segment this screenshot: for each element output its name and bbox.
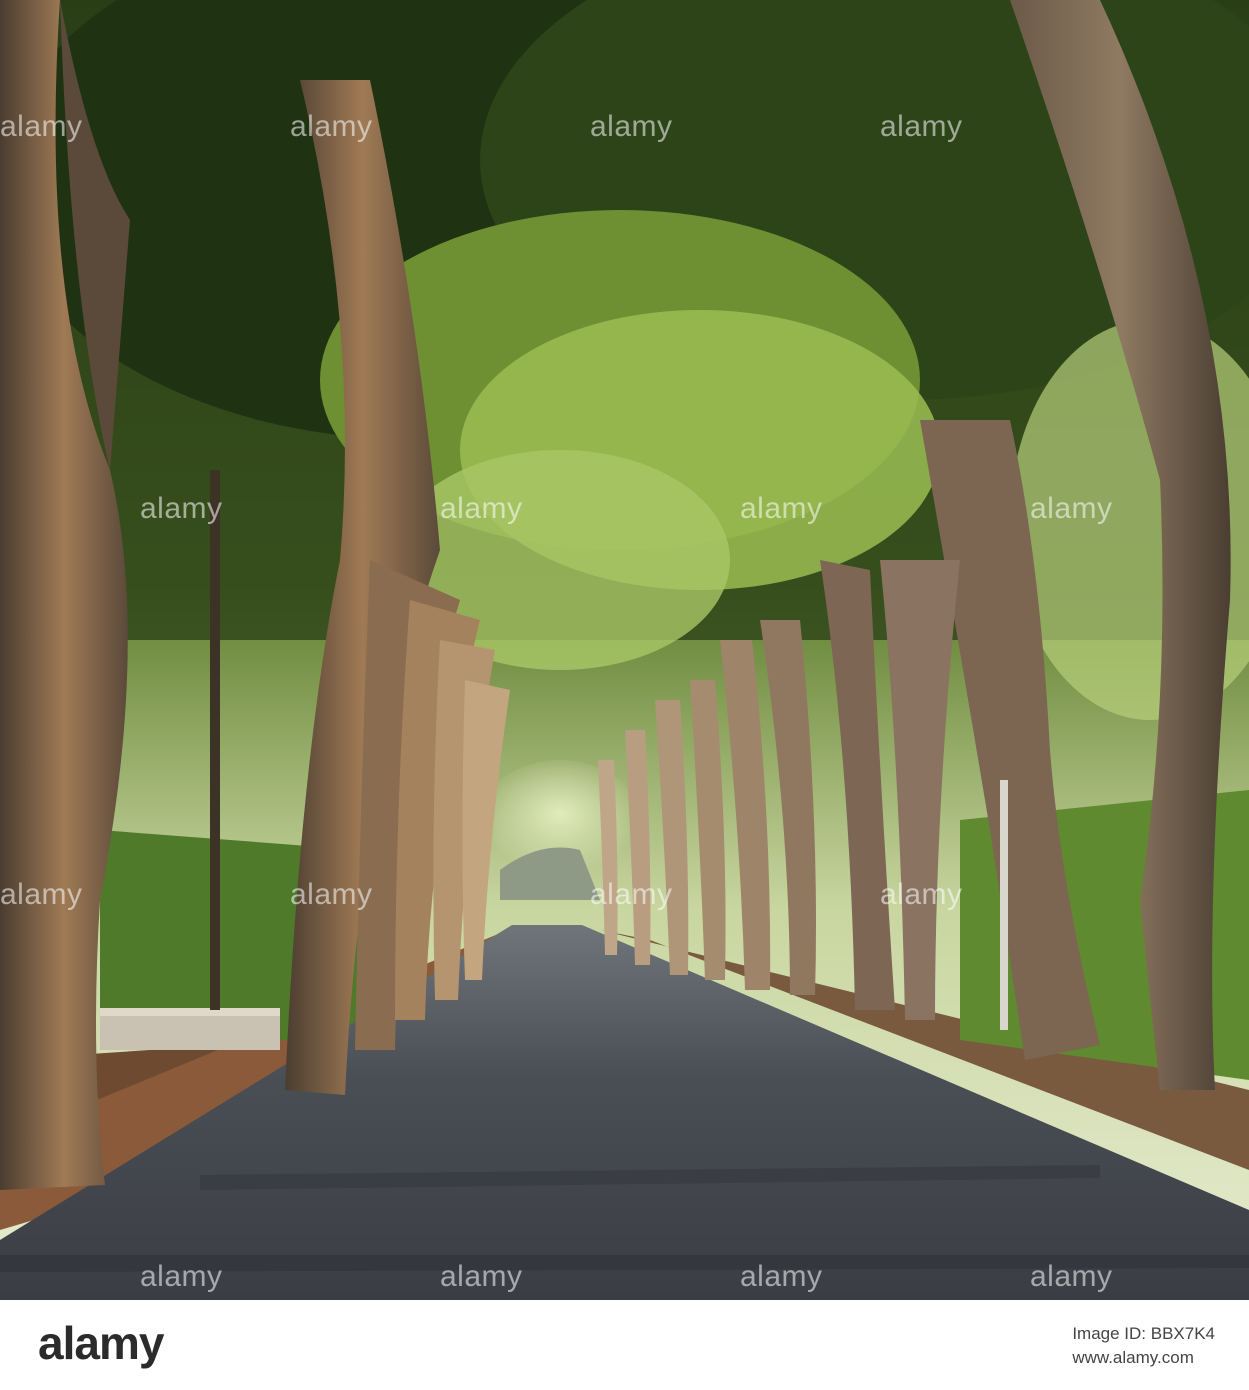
tree-lined-road-scene: [0, 0, 1249, 1300]
watermark-text: alamy: [0, 878, 83, 911]
watermark-text: alamy: [880, 878, 963, 911]
site-url: www.alamy.com: [1072, 1348, 1194, 1367]
watermark-text: alamy: [140, 492, 223, 525]
watermark-text: alamy: [440, 492, 523, 525]
watermark-text: alamy: [0, 110, 83, 143]
watermark-text: alamy: [1030, 492, 1113, 525]
watermark-text: alamy: [440, 1260, 523, 1293]
watermark-text: alamy: [1030, 1260, 1113, 1293]
alamy-logo: alamy: [38, 1317, 164, 1369]
watermark-text: alamy: [290, 110, 373, 143]
watermark-text: alamy: [590, 110, 673, 143]
watermark-text: alamy: [590, 878, 673, 911]
footer-info: Image ID: BBX7K4 www.alamy.com: [1072, 1322, 1215, 1370]
watermark-text: alamy: [740, 492, 823, 525]
watermark-text: alamy: [140, 1260, 223, 1293]
image-id: Image ID: BBX7K4: [1072, 1324, 1215, 1343]
watermark-text: alamy: [740, 1260, 823, 1293]
stock-footer: alamy Image ID: BBX7K4 www.alamy.com: [0, 1300, 1249, 1390]
watermark-text: alamy: [290, 878, 373, 911]
photo: alamy alamy alamy alamy alamy alamy alam…: [0, 0, 1249, 1300]
watermark-text: alamy: [880, 110, 963, 143]
